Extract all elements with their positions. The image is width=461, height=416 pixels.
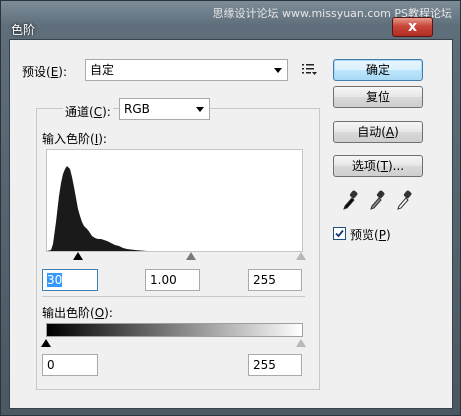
input-levels-label: 输入色阶(I): — [42, 132, 107, 146]
preview-checkbox[interactable] — [333, 227, 346, 240]
levels-dialog-window: 色阶 思缘设计论坛 www.missyuan.com PS教程论坛 x 预设(E… — [0, 0, 461, 416]
window-title: 色阶 — [11, 23, 36, 37]
output-gradient — [46, 323, 303, 337]
channel-label: 通道(C): — [63, 101, 113, 123]
preset-value: 自定 — [90, 63, 115, 77]
black-eyedropper-icon[interactable] — [342, 190, 360, 212]
ok-button[interactable]: 确定 — [333, 59, 423, 81]
reset-button[interactable]: 复位 — [333, 86, 423, 108]
auto-button[interactable]: 自动(A) — [333, 121, 423, 143]
options-button[interactable]: 选项(T)... — [333, 155, 423, 177]
histogram — [46, 149, 303, 252]
preset-select[interactable]: 自定 — [85, 59, 288, 81]
dialog-body: 预设(E): 自定 确定 复位 自动(A) 选项(T)... 预览(P) 通道(… — [9, 39, 453, 409]
input-gamma-slider[interactable] — [186, 252, 196, 260]
output-white-field[interactable]: 255 — [248, 354, 302, 376]
output-black-field[interactable]: 0 — [42, 354, 98, 376]
input-white-slider[interactable] — [296, 252, 306, 260]
divider — [42, 296, 305, 297]
preset-options-icon[interactable] — [300, 61, 318, 77]
close-icon: x — [407, 19, 418, 35]
output-white-slider[interactable] — [296, 339, 306, 347]
channel-select[interactable]: RGB — [119, 98, 210, 120]
preview-label: 预览(P) — [350, 228, 391, 242]
gray-eyedropper-icon[interactable] — [369, 190, 387, 212]
channel-value: RGB — [124, 102, 150, 116]
chevron-down-icon — [274, 68, 282, 73]
chevron-down-icon — [196, 107, 204, 112]
output-levels-label: 输出色阶(O): — [42, 306, 113, 320]
title-bar[interactable]: 色阶 思缘设计论坛 www.missyuan.com PS教程论坛 x — [1, 1, 460, 39]
input-black-field[interactable]: 30 — [42, 269, 98, 291]
preset-label: 预设(E): — [22, 65, 68, 79]
close-button[interactable]: x — [392, 17, 433, 37]
checkmark-icon — [335, 229, 344, 238]
input-white-field[interactable]: 255 — [248, 269, 302, 291]
input-black-slider[interactable] — [73, 252, 83, 260]
output-black-slider[interactable] — [41, 339, 51, 347]
input-gamma-field[interactable]: 1.00 — [145, 269, 200, 291]
white-eyedropper-icon[interactable] — [396, 190, 414, 212]
